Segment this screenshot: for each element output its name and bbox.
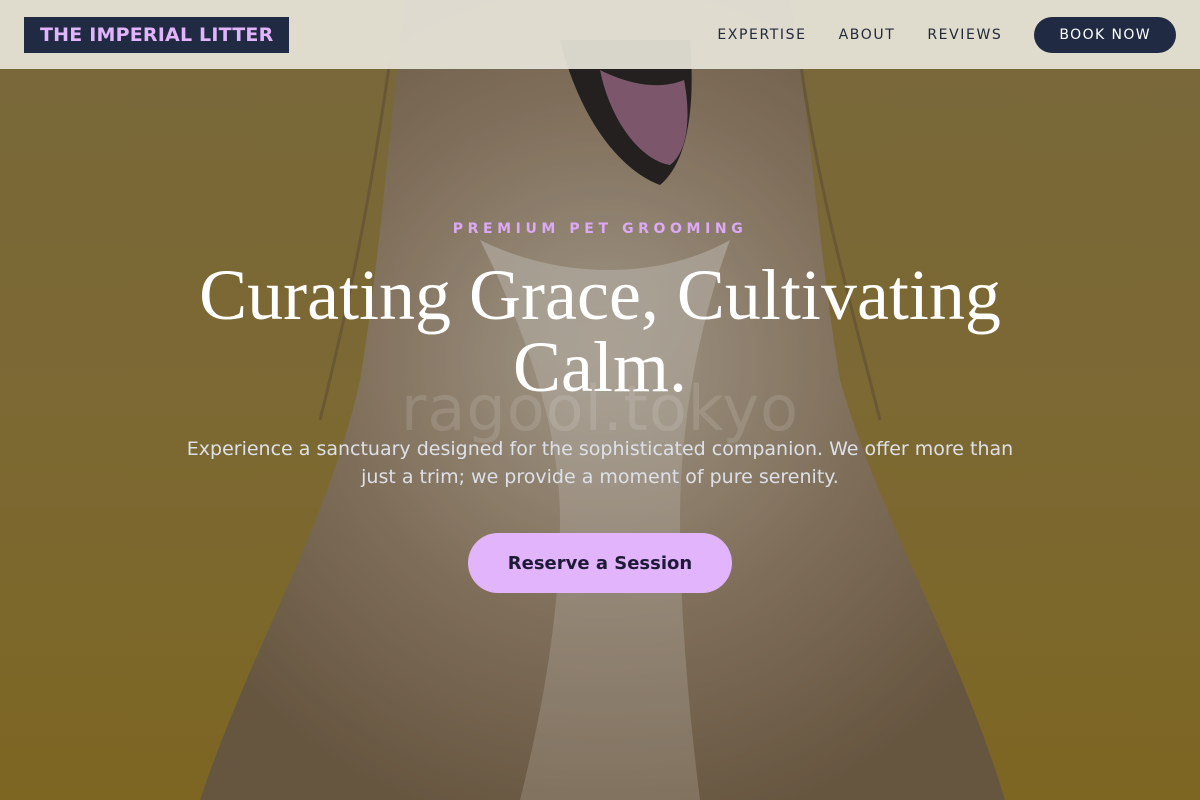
nav-link-reviews[interactable]: REVIEWS: [927, 27, 1002, 43]
reserve-session-button[interactable]: Reserve a Session: [468, 533, 732, 593]
hero-content: PREMIUM PET GROOMING Curating Grace, Cul…: [0, 221, 1200, 593]
book-now-button[interactable]: BOOK NOW: [1034, 16, 1176, 53]
brand-logo[interactable]: THE IMPERIAL LITTER: [24, 16, 290, 53]
nav-link-about[interactable]: ABOUT: [839, 27, 896, 43]
hero-section: ragool.tokyo THE IMPERIAL LITTER EXPERTI…: [0, 0, 1200, 800]
nav-links: EXPERTISE ABOUT REVIEWS BOOK NOW: [717, 16, 1176, 53]
top-navigation: THE IMPERIAL LITTER EXPERTISE ABOUT REVI…: [0, 0, 1200, 69]
nav-link-expertise[interactable]: EXPERTISE: [717, 27, 806, 43]
hero-headline: Curating Grace, Cultivating Calm.: [199, 255, 1001, 407]
hero-subtext: Experience a sanctuary designed for the …: [186, 438, 1014, 488]
hero-eyebrow: PREMIUM PET GROOMING: [452, 221, 748, 237]
